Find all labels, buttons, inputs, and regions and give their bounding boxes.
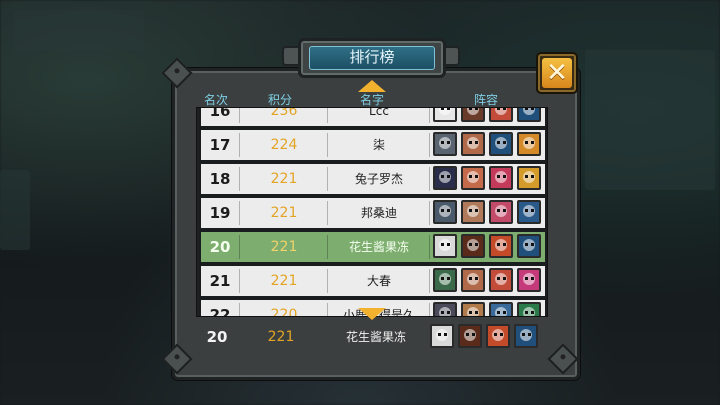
row-name: 柒 bbox=[372, 138, 385, 152]
leaderboard-row[interactable]: 18 221 兔子罗杰 bbox=[199, 162, 547, 196]
row-divider bbox=[429, 269, 430, 293]
row-divider bbox=[239, 108, 240, 123]
row-divider bbox=[327, 167, 328, 191]
row-divider bbox=[239, 303, 240, 316]
hero-avatar[interactable] bbox=[433, 234, 457, 258]
chevron-down-icon[interactable] bbox=[358, 308, 386, 320]
leaderboard-row[interactable]: 21 221 大春 bbox=[199, 264, 547, 298]
hero-avatar[interactable] bbox=[489, 200, 513, 224]
row-divider bbox=[239, 133, 240, 157]
header-rank: 名次 bbox=[204, 93, 229, 107]
row-name: Lcc bbox=[369, 107, 389, 118]
row-score: 221 bbox=[270, 205, 298, 221]
row-divider bbox=[429, 133, 430, 157]
leaderboard-row[interactable]: 20 221 花生酱果冻 bbox=[199, 230, 547, 264]
row-rank: 22 bbox=[209, 306, 231, 317]
hero-avatar[interactable] bbox=[517, 200, 541, 224]
close-button[interactable]: ✕ bbox=[536, 52, 578, 94]
chevron-up-icon[interactable] bbox=[358, 80, 386, 92]
chat-panel-blur bbox=[585, 50, 715, 190]
my-name: 花生酱果冻 bbox=[345, 330, 406, 344]
row-rank: 19 bbox=[209, 204, 231, 222]
row-score: 220 bbox=[270, 307, 298, 317]
my-rank-row: 20 221 花生酱果冻 bbox=[198, 322, 544, 352]
hero-avatar[interactable] bbox=[433, 132, 457, 156]
my-score: 221 bbox=[267, 329, 295, 345]
hero-avatar[interactable] bbox=[489, 302, 513, 316]
hero-avatar[interactable] bbox=[433, 166, 457, 190]
hero-avatar[interactable] bbox=[517, 234, 541, 258]
hero-avatar[interactable] bbox=[489, 108, 513, 122]
hero-avatar[interactable] bbox=[461, 268, 485, 292]
row-name: 花生酱果冻 bbox=[348, 240, 409, 254]
hero-avatar[interactable] bbox=[433, 302, 457, 316]
close-x-icon: ✕ bbox=[542, 58, 572, 88]
hero-avatar[interactable] bbox=[517, 268, 541, 292]
hero-avatar[interactable] bbox=[461, 108, 485, 122]
row-divider bbox=[327, 201, 328, 225]
hero-avatar[interactable] bbox=[514, 324, 538, 348]
hero-avatar[interactable] bbox=[461, 234, 485, 258]
hero-avatar[interactable] bbox=[461, 166, 485, 190]
row-score: 221 bbox=[270, 239, 298, 255]
row-divider bbox=[239, 269, 240, 293]
hero-avatar[interactable] bbox=[489, 268, 513, 292]
row-score: 221 bbox=[270, 273, 298, 289]
hero-avatar[interactable] bbox=[517, 166, 541, 190]
row-rank: 16 bbox=[209, 107, 231, 120]
hero-avatar[interactable] bbox=[433, 108, 457, 122]
hero-avatar[interactable] bbox=[433, 268, 457, 292]
row-divider bbox=[327, 269, 328, 293]
hero-avatar[interactable] bbox=[433, 200, 457, 224]
hero-avatar[interactable] bbox=[458, 324, 482, 348]
hero-avatar[interactable] bbox=[461, 302, 485, 316]
leaderboard-list[interactable]: 16 236 Lcc 17 224 柒 18 221 兔子罗杰 19 221 邦桑迪 20 221 花生酱果… bbox=[196, 107, 548, 317]
row-divider bbox=[327, 235, 328, 259]
row-divider bbox=[239, 235, 240, 259]
header-name: 名字 bbox=[360, 93, 385, 107]
hero-avatar[interactable] bbox=[486, 324, 510, 348]
column-headers: 名次 积分 名字 阵容 bbox=[190, 91, 550, 107]
header-score: 积分 bbox=[268, 93, 293, 107]
row-divider bbox=[429, 303, 430, 316]
hero-avatar[interactable] bbox=[517, 302, 541, 316]
row-name: 邦桑迪 bbox=[360, 206, 397, 220]
hero-avatar[interactable] bbox=[489, 234, 513, 258]
row-divider bbox=[429, 167, 430, 191]
row-rank: 17 bbox=[209, 136, 231, 154]
row-divider bbox=[327, 133, 328, 157]
row-score: 236 bbox=[270, 107, 298, 119]
row-divider bbox=[429, 235, 430, 259]
page-title: 排行榜 bbox=[309, 46, 435, 70]
row-name: 大春 bbox=[366, 274, 391, 288]
player-info-blur bbox=[14, 10, 144, 50]
leaderboard-row[interactable]: 19 221 邦桑迪 bbox=[199, 196, 547, 230]
row-rank: 21 bbox=[209, 272, 231, 290]
row-divider bbox=[239, 201, 240, 225]
row-rank: 20 bbox=[209, 238, 231, 256]
row-rank: 18 bbox=[209, 170, 231, 188]
hero-avatar[interactable] bbox=[489, 132, 513, 156]
side-widget-blur bbox=[0, 170, 30, 250]
hero-avatar[interactable] bbox=[489, 166, 513, 190]
hero-avatar[interactable] bbox=[430, 324, 454, 348]
row-score: 224 bbox=[270, 137, 298, 153]
row-divider bbox=[327, 303, 328, 316]
header-team: 阵容 bbox=[474, 93, 499, 107]
row-divider bbox=[327, 108, 328, 123]
title-plate: 排行榜 bbox=[298, 38, 446, 78]
my-rank: 20 bbox=[206, 328, 228, 346]
row-score: 221 bbox=[270, 171, 298, 187]
hero-avatar[interactable] bbox=[517, 108, 541, 122]
hero-avatar[interactable] bbox=[517, 132, 541, 156]
row-divider bbox=[429, 108, 430, 123]
row-divider bbox=[429, 201, 430, 225]
leaderboard-row[interactable]: 16 236 Lcc bbox=[199, 107, 547, 128]
leaderboard-row[interactable]: 17 224 柒 bbox=[199, 128, 547, 162]
row-name: 兔子罗杰 bbox=[354, 172, 403, 186]
hero-avatar[interactable] bbox=[461, 200, 485, 224]
row-divider bbox=[239, 167, 240, 191]
hero-avatar[interactable] bbox=[461, 132, 485, 156]
